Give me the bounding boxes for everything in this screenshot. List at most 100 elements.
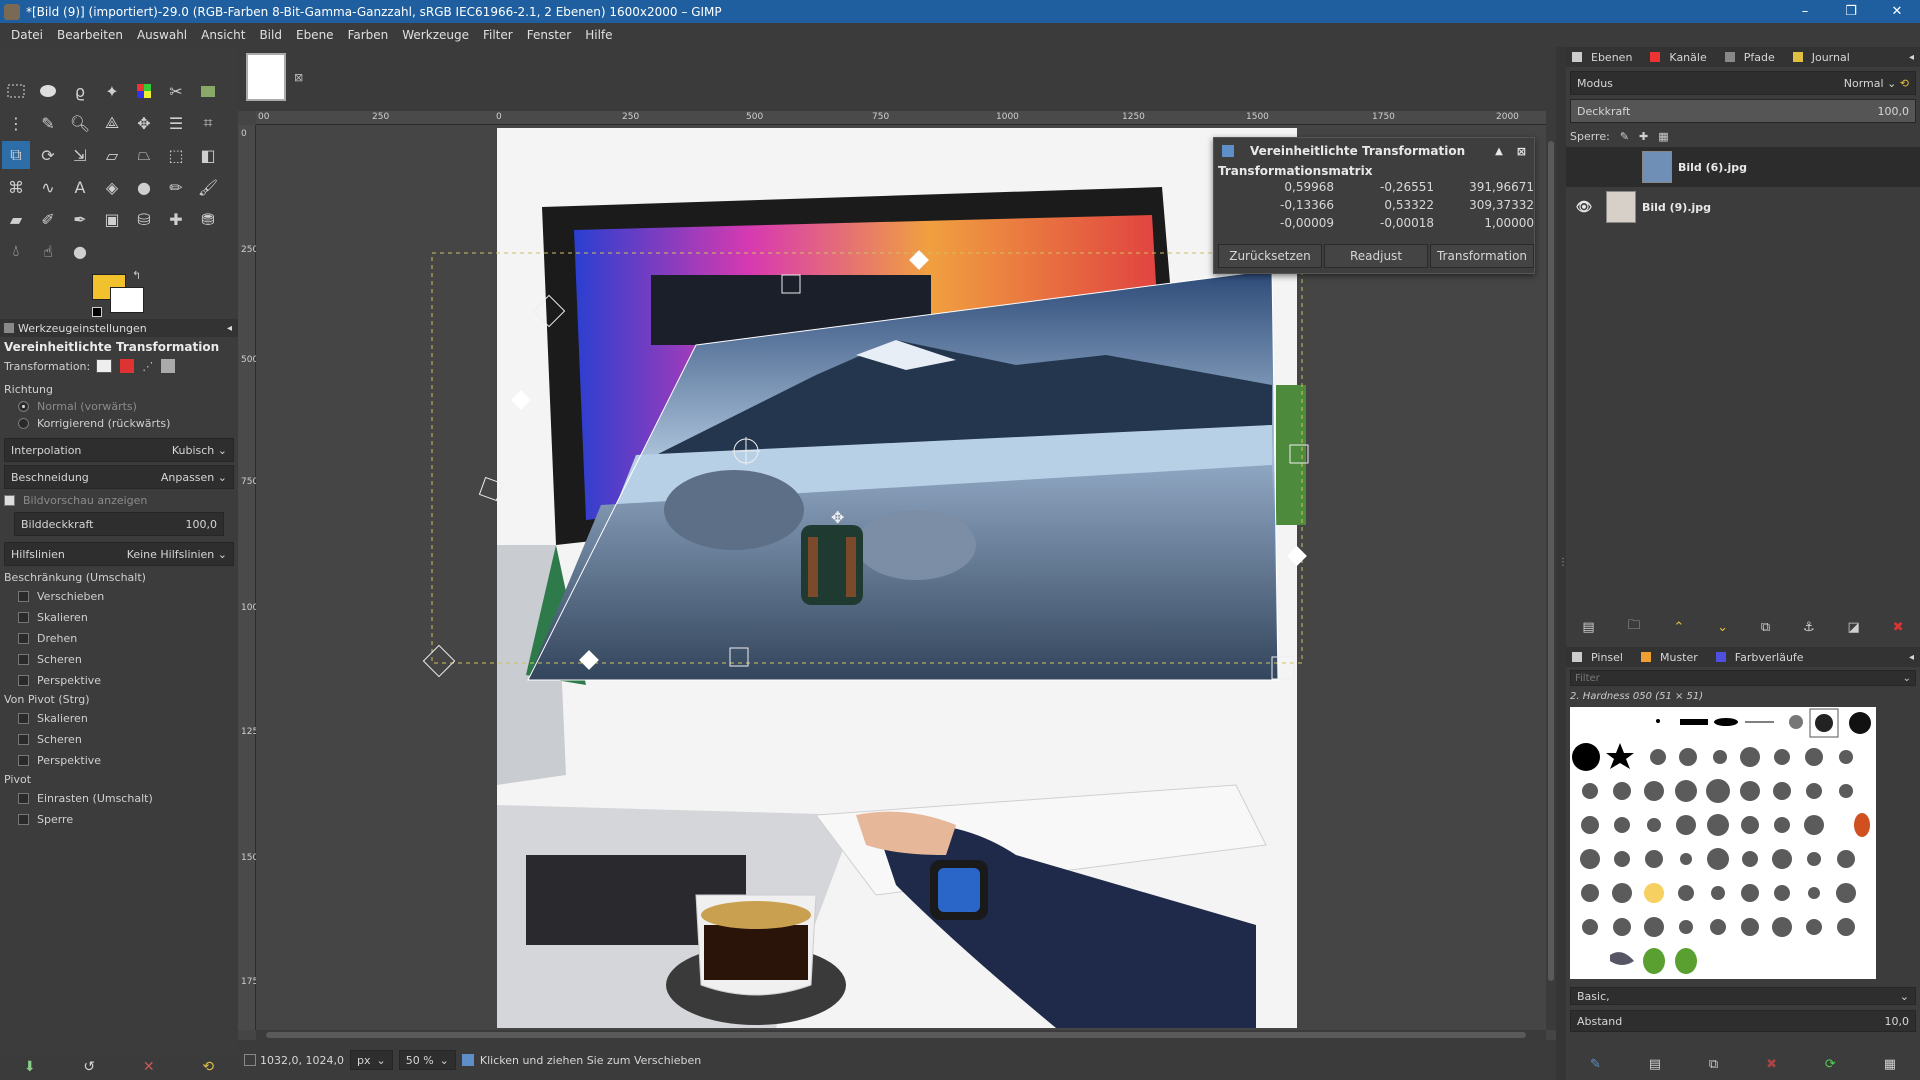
restore-options-icon[interactable]: ↺ <box>83 1059 95 1075</box>
pivot-scale-checkbox[interactable]: Skalieren <box>0 708 238 729</box>
dialog-close-icon[interactable]: ⊠ <box>1517 145 1526 158</box>
brush-grid[interactable] <box>1570 707 1876 979</box>
menu-ebene[interactable]: Ebene <box>289 28 341 42</box>
open-brush-as-image-icon[interactable]: ▦ <box>1884 1057 1896 1072</box>
close-image-tab-icon[interactable]: ⊠ <box>294 71 303 84</box>
minimize-button[interactable]: – <box>1782 0 1828 23</box>
3d-transform-icon[interactable]: ⬚ <box>162 141 190 169</box>
tab-journal[interactable]: Journal <box>1787 51 1862 64</box>
duplicate-brush-icon[interactable]: ⧉ <box>1709 1057 1718 1072</box>
perspective-clone-icon[interactable]: ⛃ <box>194 205 222 233</box>
lock-alpha-icon[interactable]: ▦ <box>1658 130 1668 143</box>
delete-options-icon[interactable]: ✕ <box>143 1059 155 1075</box>
maximize-button[interactable]: ❐ <box>1828 0 1874 23</box>
menu-ansicht[interactable]: Ansicht <box>194 28 252 42</box>
constrain-rotate-checkbox[interactable]: Drehen <box>0 628 238 649</box>
menu-bild[interactable]: Bild <box>252 28 289 42</box>
bucket-fill-icon[interactable]: ◈ <box>98 173 126 201</box>
panel-menu-icon[interactable]: ◂ <box>227 323 232 334</box>
menu-werkzeuge[interactable]: Werkzeuge <box>395 28 476 42</box>
dock-separator[interactable]: ⋮ <box>1556 47 1568 1080</box>
transform-button[interactable]: Transformation <box>1430 244 1534 268</box>
panel-menu-icon[interactable]: ◂ <box>1903 52 1920 63</box>
default-colors-icon[interactable] <box>92 307 102 317</box>
eye-icon[interactable]: 👁︎ <box>1566 200 1602 215</box>
duplicate-layer-icon[interactable]: ⧉ <box>1761 620 1770 635</box>
image-opacity-slider[interactable]: Bilddeckkraft 100,0 <box>14 512 224 536</box>
swap-colors-icon[interactable]: ↰ <box>132 269 141 282</box>
delete-layer-icon[interactable]: ✖ <box>1893 620 1904 635</box>
anchor-layer-icon[interactable]: ⚓︎ <box>1803 620 1815 635</box>
constrain-shear-checkbox[interactable]: Scheren <box>0 649 238 670</box>
clipping-select[interactable]: Beschneidung Anpassen ⌄ <box>4 465 234 489</box>
airbrush-icon[interactable]: ✐ <box>34 205 62 233</box>
menu-auswahl[interactable]: Auswahl <box>130 28 194 42</box>
crop-icon[interactable]: ⌗ <box>194 109 222 137</box>
zoom-icon[interactable]: 🔍︎ <box>66 109 94 137</box>
gradient-icon[interactable]: ● <box>130 173 158 201</box>
lock-position-icon[interactable]: ✚ <box>1639 130 1648 143</box>
mask-layer-icon[interactable]: ◪ <box>1847 620 1859 635</box>
paintbrush-icon[interactable]: 🖌︎ <box>194 173 222 201</box>
ink-icon[interactable]: ✒ <box>66 205 94 233</box>
show-preview-checkbox[interactable]: Bildvorschau anzeigen <box>0 492 238 509</box>
layer-opacity-slider[interactable]: Deckkraft 100,0 <box>1570 99 1916 123</box>
transform-layer-icon[interactable] <box>96 359 113 373</box>
direction-backward-radio[interactable]: Korrigierend (rückwärts) <box>0 415 238 432</box>
pencil-icon[interactable]: ✏ <box>162 173 190 201</box>
paths-icon[interactable]: ⋮ <box>2 109 30 137</box>
ellipse-select-icon[interactable] <box>34 77 62 105</box>
perspective-icon[interactable]: ⏢ <box>130 141 158 169</box>
select-by-color-icon[interactable] <box>130 77 158 105</box>
heal-icon[interactable]: ✚ <box>162 205 190 233</box>
dodge-burn-icon[interactable]: ● <box>66 237 94 265</box>
panel-menu-icon[interactable]: ◂ <box>1903 652 1920 663</box>
fuzzy-select-icon[interactable]: ✦ <box>98 77 126 105</box>
lower-layer-icon[interactable]: ⌄ <box>1717 620 1728 635</box>
menu-hilfe[interactable]: Hilfe <box>578 28 619 42</box>
scale-icon[interactable]: ⇲ <box>66 141 94 169</box>
pivot-perspective-checkbox[interactable]: Perspektive <box>0 750 238 771</box>
raise-layer-icon[interactable]: ⌃ <box>1673 620 1684 635</box>
flip-icon[interactable]: ◧ <box>194 141 222 169</box>
image-tab-thumbnail[interactable] <box>246 53 286 101</box>
tab-patterns[interactable]: Muster <box>1635 651 1710 664</box>
direction-forward-radio[interactable]: Normal (vorwärts) <box>0 398 238 415</box>
tool-options-tab[interactable]: Werkzeugeinstellungen ◂ <box>0 319 238 337</box>
lock-pixels-icon[interactable]: ✎ <box>1620 130 1629 143</box>
brush-preset-select[interactable]: Basic, ⌄ <box>1570 987 1916 1005</box>
horizontal-scrollbar[interactable] <box>256 1030 1546 1040</box>
blur-icon[interactable]: 💧︎ <box>2 237 30 265</box>
close-button[interactable]: ✕ <box>1874 0 1920 23</box>
transform-image-icon[interactable] <box>161 359 176 373</box>
constrain-move-checkbox[interactable]: Verschieben <box>0 586 238 607</box>
refresh-brushes-icon[interactable]: ⟳ <box>1825 1057 1836 1072</box>
menu-farben[interactable]: Farben <box>341 28 396 42</box>
menu-bearbeiten[interactable]: Bearbeiten <box>50 28 130 42</box>
vertical-ruler[interactable]: 0 250 500 750 1000 1250 1500 1750 <box>238 125 264 1030</box>
unified-transform-icon[interactable]: ⧉ <box>2 141 30 169</box>
warp-transform-icon[interactable]: ∿ <box>34 173 62 201</box>
layer-mode-select[interactable]: Modus Normal ⌄ ⟲ <box>1570 71 1916 95</box>
delete-brush-icon[interactable]: ✖ <box>1766 1057 1777 1072</box>
menu-fenster[interactable]: Fenster <box>520 28 579 42</box>
new-layer-group-icon[interactable]: 🗀︎ <box>1628 616 1641 638</box>
readjust-button[interactable]: Readjust <box>1324 244 1428 268</box>
background-color-swatch[interactable] <box>110 287 144 313</box>
move-icon[interactable]: ✥ <box>130 109 158 137</box>
reset-button[interactable]: Zurücksetzen <box>1218 244 1322 268</box>
constrain-perspective-checkbox[interactable]: Perspektive <box>0 670 238 691</box>
align-icon[interactable]: ☰ <box>162 109 190 137</box>
horizontal-ruler[interactable]: 00 250 0 250 500 750 1000 1250 1500 1750… <box>256 111 1546 125</box>
clone-icon[interactable]: ⛁ <box>130 205 158 233</box>
brush-filter-input[interactable]: Filter ⌄ <box>1570 670 1916 686</box>
new-brush-icon[interactable]: ▤ <box>1649 1057 1661 1072</box>
quick-mask-icon[interactable] <box>244 1054 256 1066</box>
smudge-icon[interactable]: ☝ <box>34 237 62 265</box>
constrain-scale-checkbox[interactable]: Skalieren <box>0 607 238 628</box>
scissors-select-icon[interactable]: ✂ <box>162 77 190 105</box>
rotate-icon[interactable]: ⟳ <box>34 141 62 169</box>
lasso-icon[interactable]: ϱ <box>66 77 94 105</box>
tab-gradients[interactable]: Farbverläufe <box>1710 651 1816 664</box>
pivot-shear-checkbox[interactable]: Scheren <box>0 729 238 750</box>
